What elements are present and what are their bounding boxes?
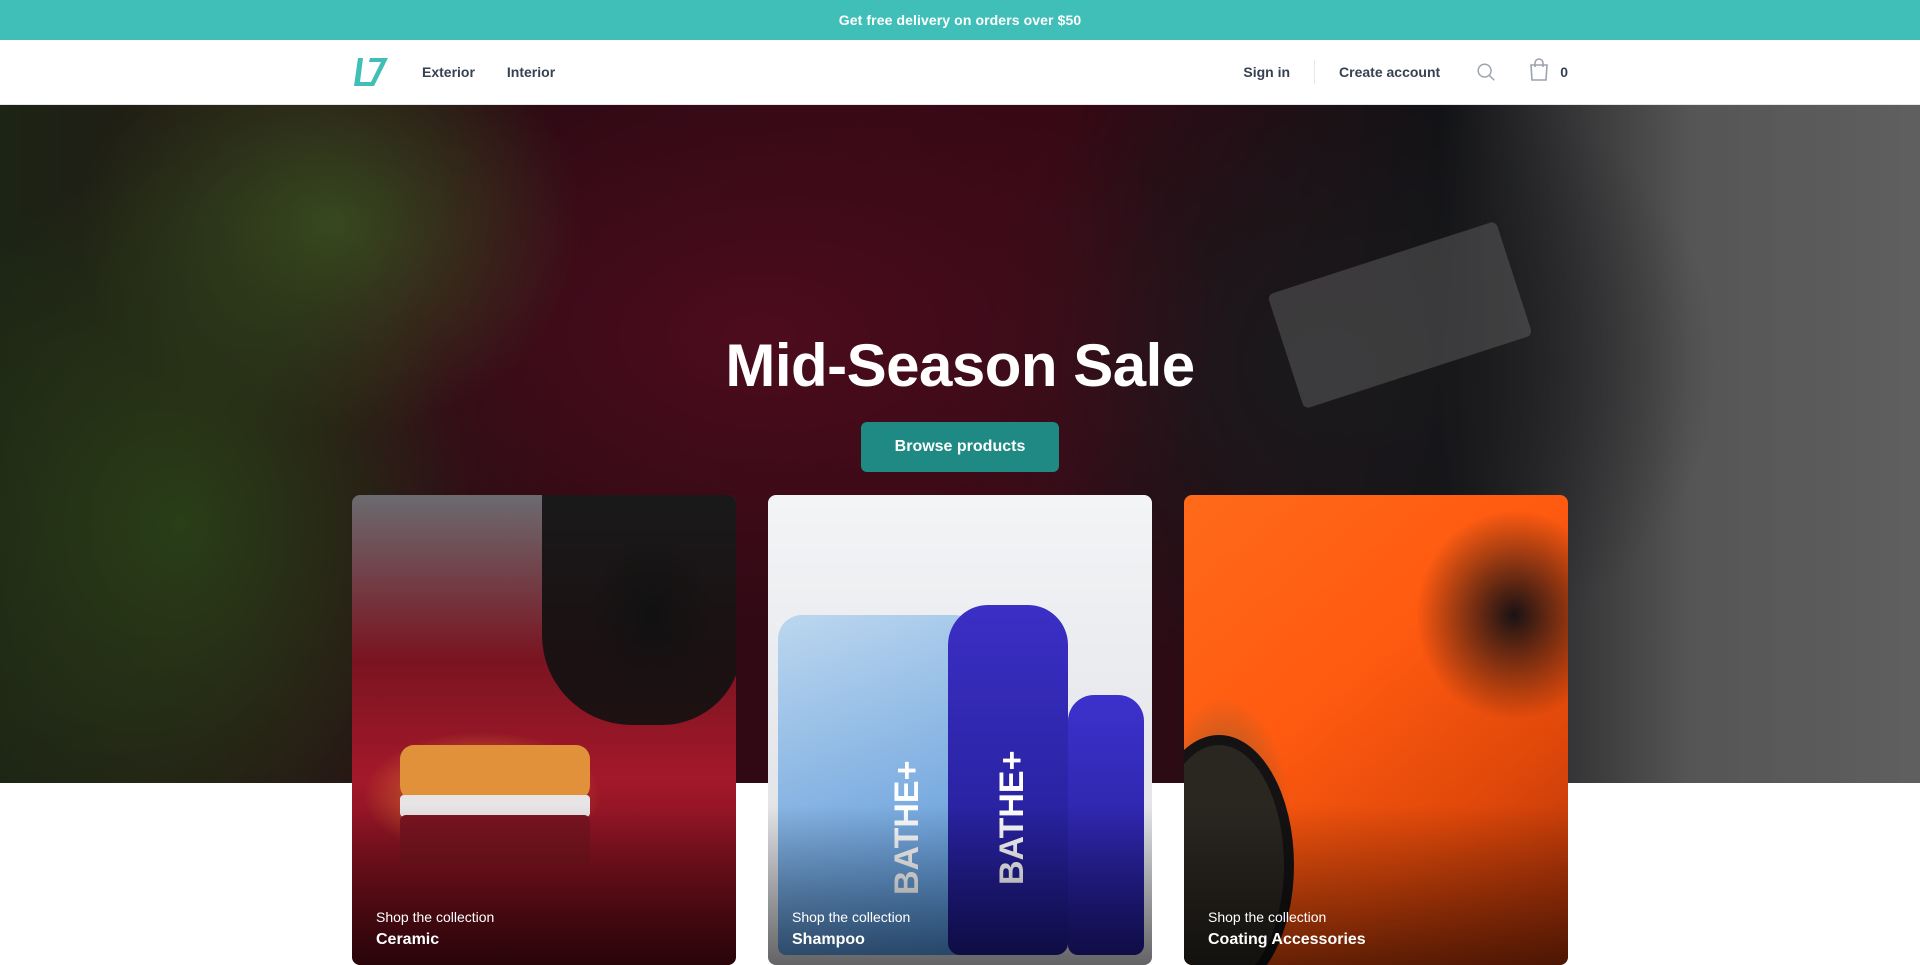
nav-container: Exterior Interior Sign in Create account — [352, 40, 1568, 104]
hero-title: Mid-Season Sale — [725, 332, 1195, 399]
collection-card-shampoo[interactable]: BATHE+ BATHE+ Shop the collection Shampo… — [768, 495, 1152, 965]
collection-card-coating-accessories[interactable]: Shop the collection Coating Accessories — [1184, 495, 1568, 965]
brand-logo-icon[interactable] — [352, 56, 390, 88]
collection-card-ceramic[interactable]: Shop the collection Ceramic — [352, 495, 736, 965]
card-caption: Shop the collection Ceramic — [376, 909, 494, 949]
card-title: Coating Accessories — [1208, 931, 1366, 948]
nav-link-interior[interactable]: Interior — [507, 64, 555, 80]
card-caption: Shop the collection Coating Accessories — [1208, 909, 1366, 949]
card-kicker: Shop the collection — [792, 909, 911, 925]
top-navigation: Exterior Interior Sign in Create account — [0, 40, 1920, 105]
promo-banner: Get free delivery on orders over $50 — [0, 0, 1920, 40]
nav-actions: Sign in Create account 0 — [1243, 57, 1568, 87]
card-title: Shampoo — [792, 931, 865, 948]
search-icon[interactable] — [1474, 60, 1498, 84]
card-kicker: Shop the collection — [376, 909, 495, 925]
nav-divider — [1314, 60, 1316, 84]
create-account-link[interactable]: Create account — [1339, 64, 1440, 80]
shopping-bag-icon — [1528, 57, 1550, 87]
card-title: Ceramic — [376, 931, 440, 948]
sponge-shape — [400, 745, 590, 800]
card-kicker: Shop the collection — [1208, 909, 1327, 925]
browse-products-button[interactable]: Browse products — [861, 422, 1059, 472]
glove-shape — [542, 495, 736, 725]
card-caption: Shop the collection Shampoo — [792, 909, 910, 949]
nav-link-exterior[interactable]: Exterior — [422, 64, 475, 80]
main-menu: Exterior Interior — [422, 64, 555, 80]
promo-text: Get free delivery on orders over $50 — [838, 12, 1082, 28]
sign-in-link[interactable]: Sign in — [1243, 64, 1290, 80]
cart-count: 0 — [1560, 64, 1568, 80]
collection-cards: Shop the collection Ceramic BATHE+ BATHE… — [352, 495, 1568, 965]
cart-button[interactable]: 0 — [1528, 57, 1568, 87]
